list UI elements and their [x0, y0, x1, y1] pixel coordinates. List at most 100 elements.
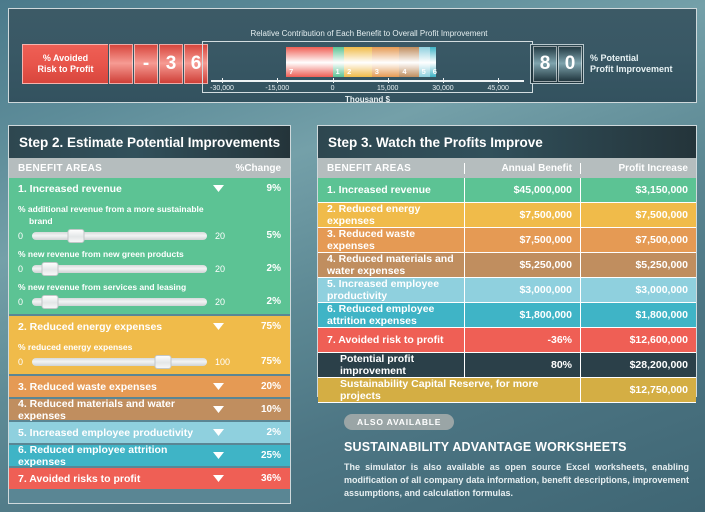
benefit-group: 4. Reduced materials and water expenses 1… — [9, 397, 290, 422]
potential-improvement-label: % Potential Profit Improvement — [584, 44, 688, 84]
potential-improvement-digits: 8 0 — [530, 44, 584, 84]
chart-tick — [332, 78, 334, 83]
chart-segment-label-4: 4 — [402, 67, 407, 76]
chevron-down-icon[interactable] — [203, 406, 233, 413]
benefit-group: 5. Increased employee productivity 2% — [9, 422, 290, 443]
benefit-group: 6. Reduced employee attrition expenses 25… — [9, 444, 290, 468]
slider-handle[interactable] — [67, 228, 85, 243]
row-profit-increase: $28,200,000 — [580, 353, 696, 377]
potential-digit-0: 8 — [533, 46, 557, 82]
step3-col-annual: Annual Benefit — [464, 162, 580, 174]
benefit-header-4[interactable]: 4. Reduced materials and water expenses 1… — [9, 397, 290, 422]
benefit-name: 7. Avoided risks to profit — [18, 472, 141, 485]
also-available-section: ALSO AVAILABLE SUSTAINABILITY ADVANTAGE … — [344, 412, 689, 500]
row-annual-benefit: $7,500,000 — [464, 228, 580, 252]
table-row: 5. Increased employee productivity $3,000… — [318, 278, 696, 303]
benefit-name: 3. Reduced waste expenses — [18, 380, 157, 393]
step3-col-benefit: BENEFIT AREAS — [327, 162, 412, 174]
benefit-change-value: 75% — [260, 321, 281, 332]
slider-track[interactable] — [32, 354, 207, 369]
row-label: 1. Increased revenue — [327, 184, 431, 196]
chevron-down-icon[interactable] — [203, 452, 233, 459]
row-label: Sustainability Capital Reserve, for more… — [340, 378, 539, 402]
benefit-header-1[interactable]: 1. Increased revenue 9% — [9, 178, 290, 199]
potential-digit-1: 0 — [558, 46, 582, 82]
slider-track[interactable] — [32, 228, 207, 243]
benefit-group: 7. Avoided risks to profit 36% — [9, 468, 290, 489]
row-annual-benefit: $1,800,000 — [464, 303, 580, 327]
slider-min: 0 — [18, 263, 24, 274]
slider-min: 0 — [18, 356, 24, 367]
step3-panel: Step 3. Watch the Profits Improve BENEFI… — [317, 125, 697, 403]
slider-handle[interactable] — [154, 354, 172, 369]
slider-label: % new revenue from new green products — [18, 249, 184, 259]
avoided-risk-gauge-label: % Avoided Risk to Profit — [22, 44, 108, 84]
benefit-change-value: 36% — [260, 473, 281, 484]
chart-x-axis: -30,000 -15,000 0 15,000 30,000 45,000 — [210, 78, 524, 92]
row-label: 2. Reduced energy expenses — [327, 203, 421, 227]
benefit-name: 4. Reduced materials and water expenses — [18, 397, 175, 422]
slider-row[interactable]: 0 20 5% — [18, 227, 281, 244]
step2-panel: Step 2. Estimate Potential Improvements … — [8, 125, 291, 504]
chevron-down-icon[interactable] — [203, 383, 233, 390]
benefit-header-7[interactable]: 7. Avoided risks to profit 36% — [9, 468, 290, 489]
avoided-risk-label-line2: Risk to Profit — [37, 64, 94, 74]
benefit-group: 3. Reduced waste expenses 20% — [9, 376, 290, 397]
row-label: Potential profit improvement — [340, 353, 415, 377]
chart-stacked-bar: 7123 4 56 — [286, 47, 437, 77]
chart-tick — [222, 78, 224, 83]
benefit-header-2[interactable]: 2. Reduced energy expenses 75% — [9, 316, 290, 337]
benefit-group: 2. Reduced energy expenses 75% % reduced e… — [9, 316, 290, 374]
also-available-badge: ALSO AVAILABLE — [344, 414, 455, 430]
row-label: 3. Reduced waste expenses — [327, 228, 416, 252]
chart-segment-1: 1 — [332, 47, 345, 77]
chart-segment-5: 5 — [418, 47, 430, 77]
step2-title: Step 2. Estimate Potential Improvements — [9, 126, 290, 158]
benefit-header-6[interactable]: 6. Reduced employee attrition expenses 25… — [9, 444, 290, 468]
table-row: 2. Reduced energy expenses $7,500,000 $7,5… — [318, 203, 696, 228]
chevron-down-icon[interactable] — [203, 429, 233, 436]
slider-handle[interactable] — [41, 294, 58, 309]
slider-handle[interactable] — [41, 261, 58, 276]
row-annual-benefit: -36% — [464, 328, 580, 352]
chart-title: Relative Contribution of Each Benefit to… — [250, 29, 488, 38]
avoided-risk-label-line1: % Avoided — [42, 53, 89, 63]
benefit-header-5[interactable]: 5. Increased employee productivity 2% — [9, 422, 290, 443]
avoided-risk-digit-0 — [109, 44, 133, 84]
benefit-change-value: 25% — [260, 450, 281, 461]
row-profit-increase: $5,250,000 — [580, 253, 696, 277]
row-profit-increase: $7,500,000 — [580, 203, 696, 227]
table-row: 7. Avoided risk to profit -36% $12,600,000 — [318, 328, 696, 353]
slider-label: % additional revenue from a more sustain… — [18, 204, 204, 226]
chart-segment-2: 2 — [344, 47, 372, 77]
chart-segment-label-3: 3 — [374, 67, 379, 76]
chart-segment-label-6: 6 — [432, 67, 437, 76]
step3-title: Step 3. Watch the Profits Improve — [318, 126, 696, 158]
step2-column-header: BENEFIT AREAS %Change — [9, 158, 290, 178]
chart-segment-7: 7 — [286, 47, 333, 77]
slider-value: 2% — [266, 263, 281, 274]
potential-label-line2: Profit Improvement — [590, 64, 673, 74]
slider-row[interactable]: 0 20 2% — [18, 293, 281, 310]
summary-topbar: % Avoided Risk to Profit - 3 6 Relative … — [8, 8, 697, 104]
benefit-change-value: 2% — [266, 427, 281, 438]
chart-tick — [277, 78, 279, 83]
slider-row[interactable]: 0 20 2% — [18, 260, 281, 277]
chart-tick — [498, 78, 500, 83]
slider-value: 75% — [260, 356, 281, 367]
chevron-down-icon[interactable] — [203, 475, 233, 482]
step3-col-profit: Profit Increase — [580, 162, 696, 174]
avoided-risk-digits: - 3 6 — [108, 44, 208, 84]
chevron-down-icon[interactable] — [203, 185, 233, 192]
potential-improvement-gauge: 8 0 % Potential Profit Improvement — [530, 44, 688, 84]
benefit-change-value: 10% — [260, 404, 281, 415]
slider-row[interactable]: 0 100 75% — [18, 353, 281, 370]
benefit-header-3[interactable]: 3. Reduced waste expenses 20% — [9, 376, 290, 397]
benefit-name: 5. Increased employee productivity — [18, 426, 194, 439]
chevron-down-icon[interactable] — [203, 323, 233, 330]
contribution-chart: 7123 4 56 -30,000 -15,000 0 15,000 30,000 45,00… — [202, 41, 533, 93]
chart-segment-4: 4 — [399, 47, 419, 77]
slider-track[interactable] — [32, 261, 207, 276]
table-row: 3. Reduced waste expenses $7,500,000 $7,50… — [318, 228, 696, 253]
slider-track[interactable] — [32, 294, 207, 309]
